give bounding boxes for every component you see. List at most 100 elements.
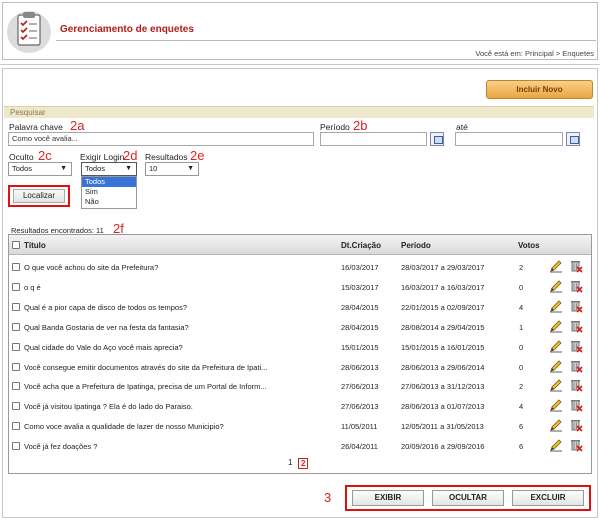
hide-button[interactable]: OCULTAR xyxy=(432,490,504,506)
hidden-select[interactable]: Todos ▼ xyxy=(8,162,72,176)
row-period: 28/03/2017 a 29/03/2017 xyxy=(401,263,485,272)
column-header-title[interactable]: Título xyxy=(24,241,46,250)
delete-trash-icon[interactable] xyxy=(569,359,583,373)
edit-pencil-icon[interactable] xyxy=(549,279,563,293)
row-title: Você já visitou Ipatinga ? Ela é do lado… xyxy=(24,402,193,412)
delete-trash-icon[interactable] xyxy=(569,279,583,293)
delete-trash-icon[interactable] xyxy=(569,299,583,313)
row-checkbox[interactable] xyxy=(12,442,20,451)
table-row[interactable]: Qual cidade do Vale do Aço você mais apr… xyxy=(9,337,591,356)
select-all-checkbox[interactable] xyxy=(12,241,20,249)
row-date: 27/06/2013 xyxy=(341,382,379,392)
delete-button[interactable]: EXCLUIR xyxy=(512,490,584,506)
row-title: Como voce avalia a qualidade de lazer de… xyxy=(24,422,224,432)
delete-trash-icon[interactable] xyxy=(569,259,583,273)
edit-pencil-icon[interactable] xyxy=(549,398,563,412)
table-row[interactable]: Qual é a pior capa de disco de todos os … xyxy=(9,297,591,316)
edit-pencil-icon[interactable] xyxy=(549,299,563,313)
page-2-link[interactable]: 2 xyxy=(298,458,309,469)
row-period: 22/01/2015 a 02/09/2017 xyxy=(401,302,485,312)
row-votes: 6 xyxy=(519,442,524,452)
row-period: 15/01/2015 a 16/01/2015 xyxy=(401,342,485,352)
table-row[interactable]: Você já visitou Ipatinga ? Ela é do lado… xyxy=(9,396,591,415)
login-option-nao[interactable]: Não xyxy=(82,197,136,207)
row-checkbox[interactable] xyxy=(12,342,20,351)
row-checkbox[interactable] xyxy=(12,362,20,371)
row-checkbox[interactable] xyxy=(12,263,20,271)
breadcrumb: Você está em: Principal > Enquetes xyxy=(475,49,594,58)
column-header-votes[interactable]: Votos xyxy=(518,241,540,250)
header-divider xyxy=(56,40,596,41)
login-option-todos[interactable]: Todos xyxy=(82,177,136,187)
period-end-input[interactable] xyxy=(455,132,563,146)
row-date: 11/05/2011 xyxy=(341,422,378,432)
hidden-select-value: Todos xyxy=(12,164,33,173)
row-checkbox[interactable] xyxy=(12,422,20,431)
edit-pencil-icon[interactable] xyxy=(549,378,563,392)
table-row[interactable]: o q é 15/03/2017 16/03/2017 a 16/03/2017 0 xyxy=(9,277,591,296)
login-option-sim[interactable]: Sim xyxy=(82,187,136,197)
results-select[interactable]: 10 ▼ xyxy=(145,162,199,176)
column-header-period[interactable]: Período xyxy=(401,241,431,250)
annotation-2e: 2e xyxy=(190,148,205,163)
annotation-3: 3 xyxy=(324,490,332,505)
row-votes: 0 xyxy=(519,362,524,372)
login-dropdown: Todos Sim Não xyxy=(81,176,137,209)
annotation-2a: 2a xyxy=(70,118,85,133)
keyword-input[interactable]: Como você avalia... xyxy=(8,132,314,146)
edit-pencil-icon[interactable] xyxy=(549,438,563,452)
row-votes: 1 xyxy=(519,322,524,332)
row-period: 12/05/2011 a 31/05/2013 xyxy=(401,422,484,432)
edit-pencil-icon[interactable] xyxy=(549,319,563,333)
calendar-icon[interactable] xyxy=(566,132,580,146)
results-label: Resultados xyxy=(145,152,188,162)
row-period: 28/06/2013 a 29/06/2014 xyxy=(401,362,485,372)
login-select[interactable]: Todos ▼ xyxy=(81,162,137,176)
table-row[interactable]: Qual Banda Gostaria de ver na festa da f… xyxy=(9,317,591,336)
until-label: até xyxy=(456,122,468,132)
row-checkbox[interactable] xyxy=(12,402,20,411)
delete-trash-icon[interactable] xyxy=(569,418,583,432)
row-date: 28/04/2015 xyxy=(341,322,379,332)
add-new-button[interactable]: Incluir Novo xyxy=(486,80,593,99)
row-checkbox[interactable] xyxy=(12,382,20,391)
edit-pencil-icon[interactable] xyxy=(549,259,563,273)
row-period: 20/09/2016 a 29/09/2016 xyxy=(401,442,485,452)
table-row[interactable]: Você acha que a Prefeitura de Ipatinga, … xyxy=(9,376,591,395)
delete-trash-icon[interactable] xyxy=(569,378,583,392)
row-date: 16/03/2017 xyxy=(341,263,379,272)
delete-trash-icon[interactable] xyxy=(569,339,583,353)
edit-pencil-icon[interactable] xyxy=(549,339,563,353)
chevron-down-icon: ▼ xyxy=(187,165,194,172)
row-votes: 0 xyxy=(519,342,524,352)
delete-trash-icon[interactable] xyxy=(569,438,583,452)
table-row[interactable]: O que você achou do site da Prefeitura? 1… xyxy=(9,257,591,276)
row-date: 28/04/2015 xyxy=(341,302,379,312)
chevron-down-icon: ▼ xyxy=(125,165,132,172)
column-header-date[interactable]: Dt.Criação xyxy=(341,241,381,250)
row-date: 28/06/2013 xyxy=(341,362,379,372)
login-label: Exigir Login xyxy=(80,152,125,162)
search-section-title: Pesquisar xyxy=(10,108,46,117)
period-start-input[interactable] xyxy=(320,132,427,146)
edit-pencil-icon[interactable] xyxy=(549,418,563,432)
edit-pencil-icon[interactable] xyxy=(549,359,563,373)
row-checkbox[interactable] xyxy=(12,282,20,291)
row-checkbox[interactable] xyxy=(12,302,20,311)
table-row[interactable]: Você consegue emitir documentos através … xyxy=(9,357,591,376)
page-1-link[interactable]: 1 xyxy=(288,458,292,467)
table-row[interactable]: Como voce avalia a qualidade de lazer de… xyxy=(9,416,591,435)
search-button[interactable]: Localizar xyxy=(13,189,65,203)
row-title: o q é xyxy=(24,282,41,292)
row-votes: 2 xyxy=(519,382,524,392)
row-votes: 4 xyxy=(519,402,524,412)
delete-trash-icon[interactable] xyxy=(569,398,583,412)
row-votes: 6 xyxy=(519,422,524,432)
show-button[interactable]: EXIBIR xyxy=(352,490,424,506)
delete-trash-icon[interactable] xyxy=(569,319,583,333)
table-row[interactable]: Você já fez doações ? 26/04/2011 20/09/201… xyxy=(9,436,591,455)
calendar-icon[interactable] xyxy=(430,132,444,146)
row-title: Você consegue emitir documentos através … xyxy=(24,362,268,372)
separator xyxy=(0,64,600,65)
row-checkbox[interactable] xyxy=(12,322,20,331)
